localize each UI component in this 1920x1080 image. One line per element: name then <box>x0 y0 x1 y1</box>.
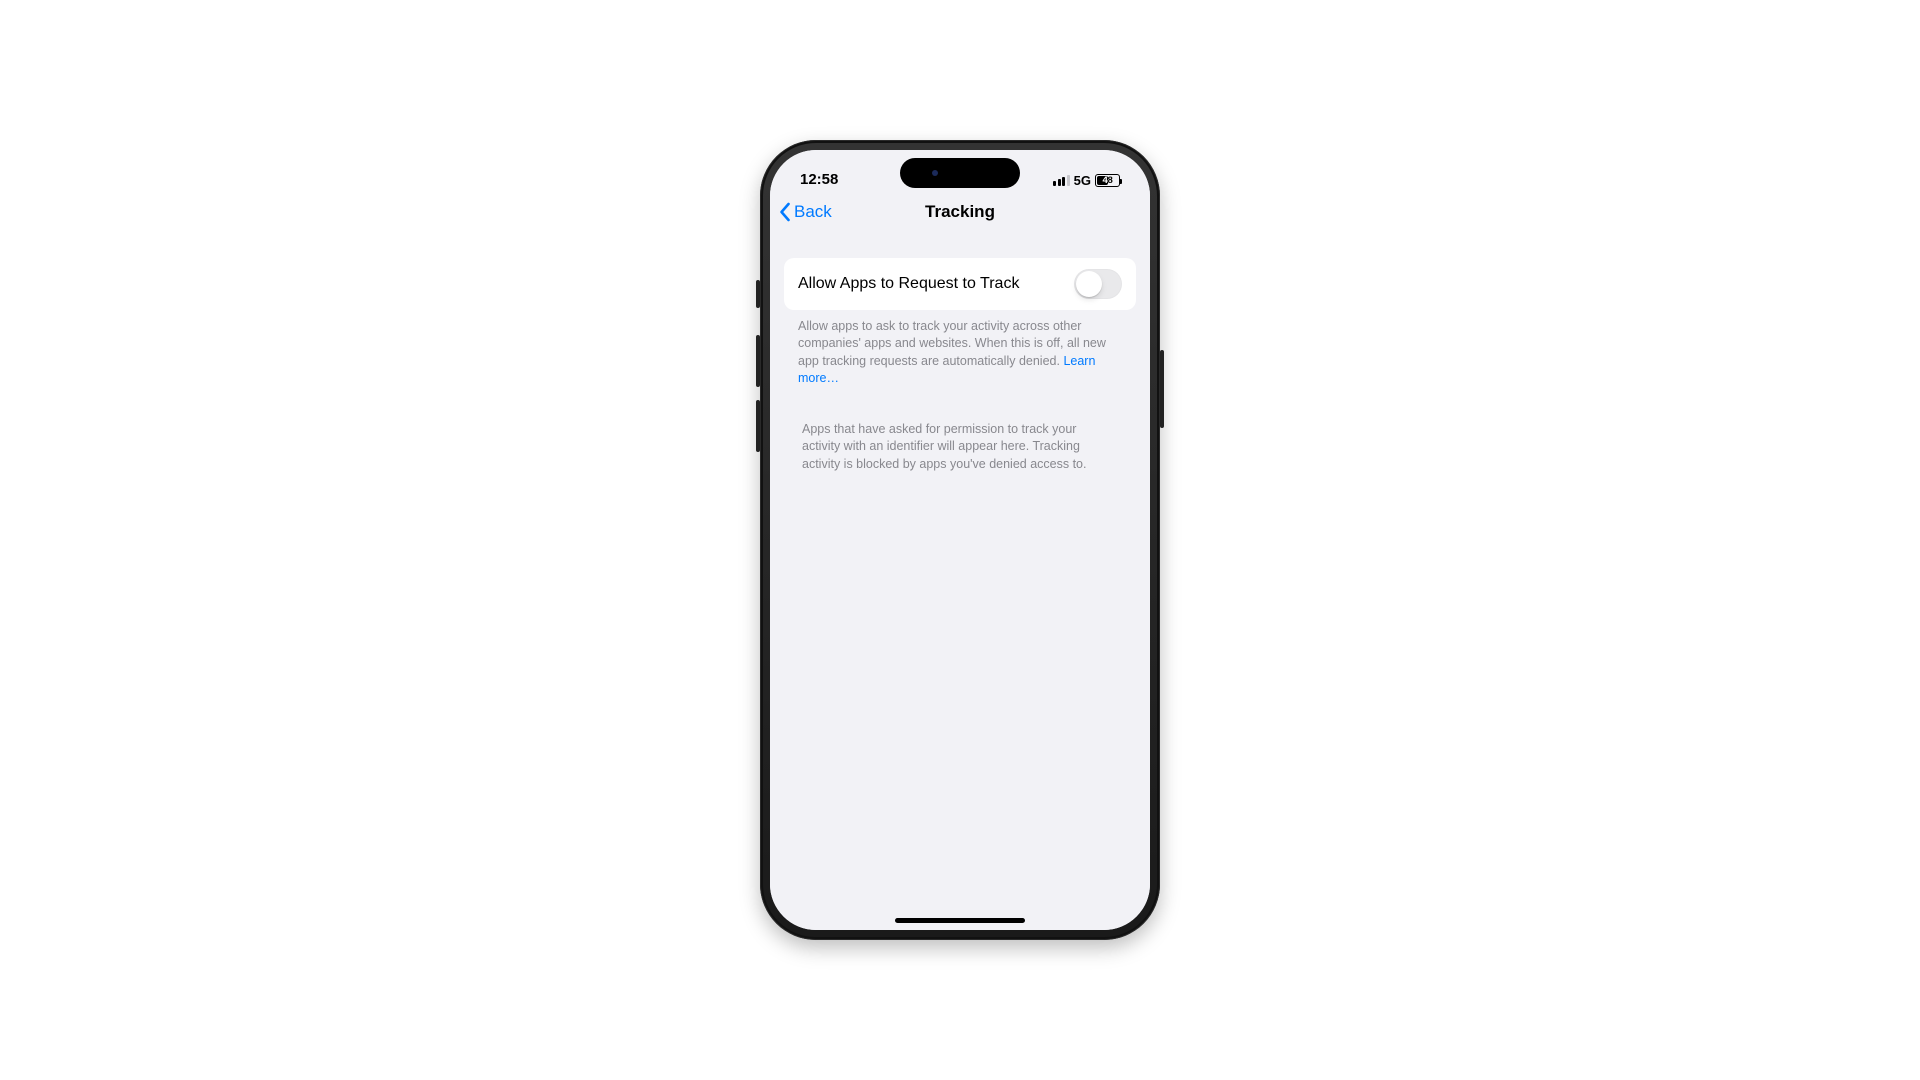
battery-percent: 48 <box>1103 175 1113 186</box>
status-right: 5G 48 <box>1053 173 1120 188</box>
toggle-knob <box>1076 271 1102 297</box>
apps-list-note: Apps that have asked for permission to t… <box>784 387 1136 473</box>
allow-tracking-row: Allow Apps to Request to Track <box>784 258 1136 310</box>
page-title: Tracking <box>925 202 995 222</box>
tracking-explainer-text: Allow apps to ask to track your activity… <box>798 319 1106 368</box>
mute-switch <box>756 280 760 308</box>
content: Allow Apps to Request to Track Allow app… <box>770 234 1150 930</box>
allow-tracking-label: Allow Apps to Request to Track <box>798 275 1019 293</box>
phone-frame: 12:58 5G 48 Back Trac <box>760 140 1160 940</box>
volume-down-button <box>756 400 760 452</box>
dynamic-island <box>900 158 1020 188</box>
back-button[interactable]: Back <box>778 190 832 234</box>
battery-icon: 48 <box>1095 174 1120 187</box>
volume-up-button <box>756 335 760 387</box>
navigation-bar: Back Tracking <box>770 190 1150 234</box>
cellular-signal-icon <box>1053 175 1070 186</box>
back-label: Back <box>794 202 832 222</box>
allow-tracking-toggle[interactable] <box>1074 269 1122 299</box>
screen: 12:58 5G 48 Back Trac <box>770 150 1150 930</box>
network-type: 5G <box>1074 173 1091 188</box>
power-button <box>1160 350 1164 428</box>
tracking-explainer: Allow apps to ask to track your activity… <box>784 310 1136 387</box>
chevron-left-icon <box>778 202 792 222</box>
canvas: 12:58 5G 48 Back Trac <box>0 0 1920 1080</box>
status-time: 12:58 <box>800 171 838 188</box>
home-indicator[interactable] <box>895 918 1025 923</box>
